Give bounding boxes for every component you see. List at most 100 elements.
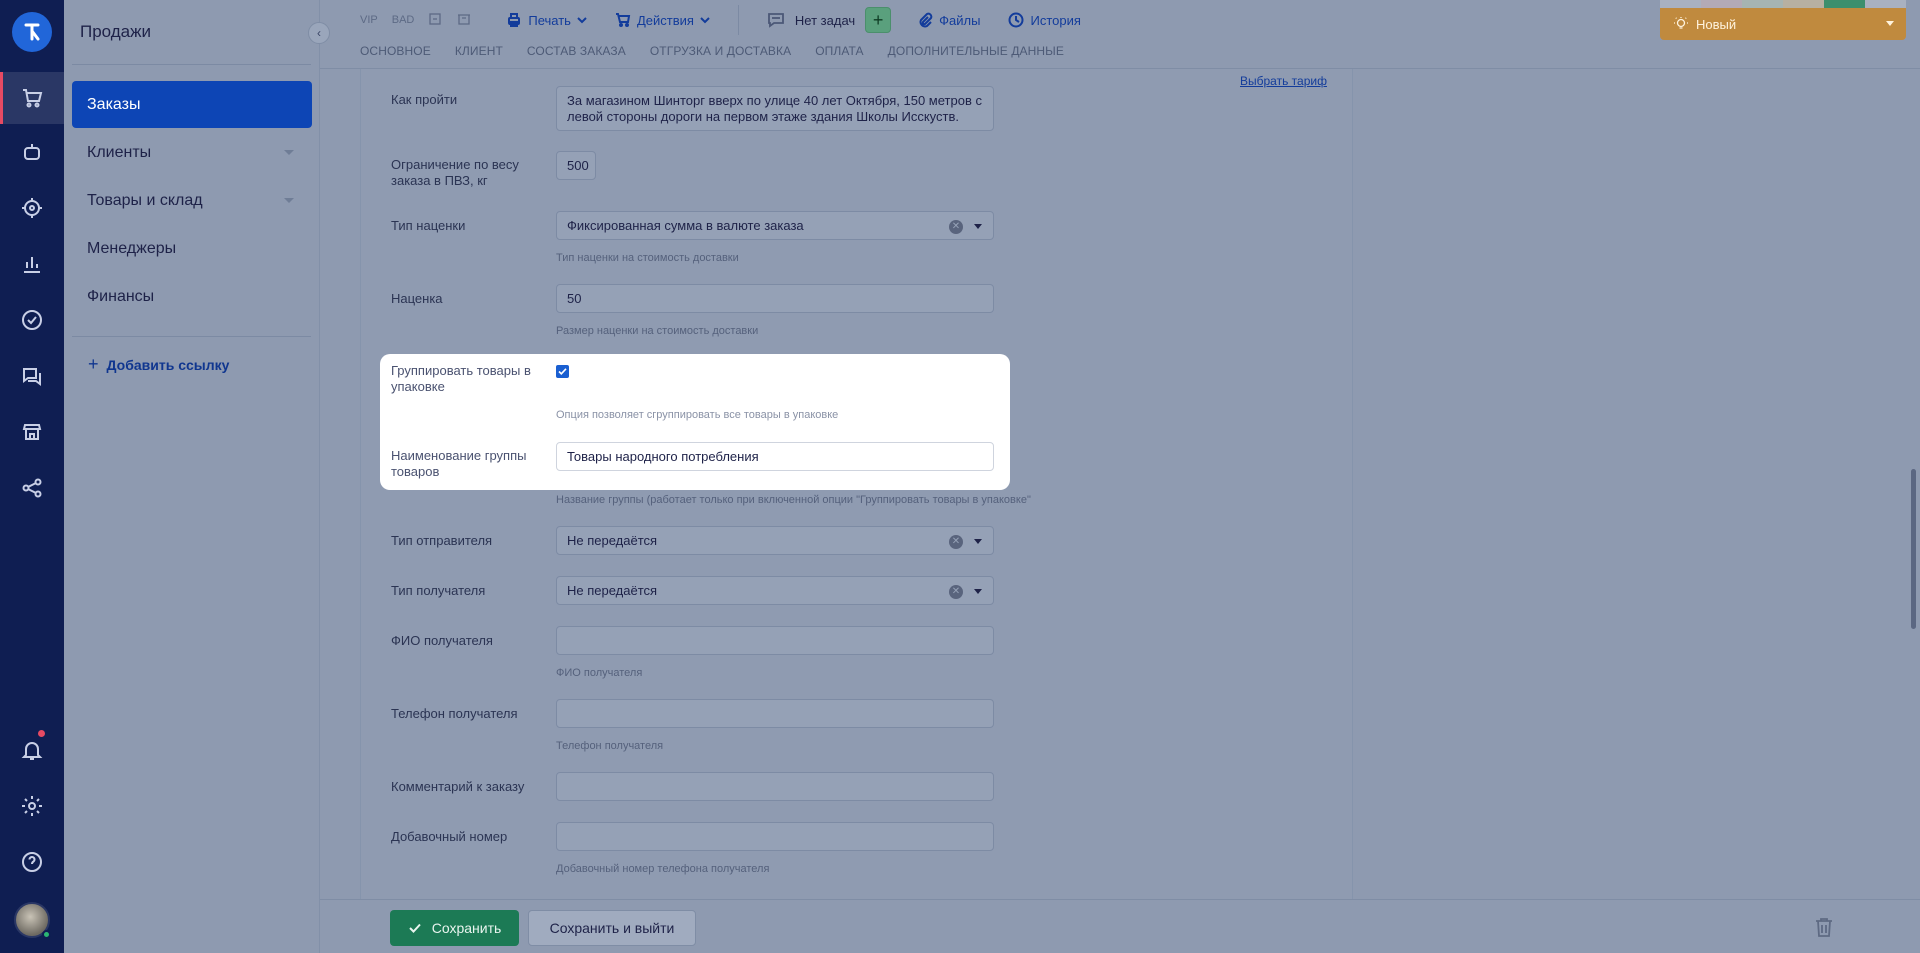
collapse-sidebar-button[interactable]: ‹	[308, 22, 330, 44]
recipient-name-field[interactable]	[556, 626, 994, 655]
add-task-button[interactable]: +	[865, 7, 892, 33]
group-goods-label: Группировать товары в упаковке	[391, 363, 531, 394]
extension-field[interactable]	[556, 822, 994, 851]
order-comment-field[interactable]	[556, 772, 994, 801]
tab-order-items[interactable]: Состав заказа	[527, 44, 626, 58]
dropdown-arrow-icon[interactable]	[974, 224, 982, 229]
section-menu: Продажи Заказы Клиенты Товары и склад Ме…	[64, 0, 320, 953]
files-label: Файлы	[939, 12, 981, 28]
markup-type-value: Фиксированная сумма в валюте заказа	[567, 218, 804, 233]
help-icon[interactable]	[0, 836, 64, 888]
markup-type-select[interactable]: Фиксированная сумма в валюте заказа ✕	[556, 211, 994, 240]
save-and-exit-button[interactable]: Сохранить и выйти	[528, 910, 696, 946]
notification-dot	[38, 730, 45, 737]
menu-section-title: Продажи	[80, 22, 151, 41]
tasks-icon[interactable]	[0, 294, 64, 346]
sidebar-item-label: Клиенты	[87, 143, 152, 161]
sidebar-item-label: Финансы	[87, 287, 155, 305]
cart-icon	[615, 13, 631, 27]
store-icon[interactable]	[0, 406, 64, 458]
recipient-type-select[interactable]: Не передаётся ✕	[556, 576, 994, 605]
tasks-indicator[interactable]: Нет задач	[767, 11, 855, 29]
scrollbar-thumb[interactable]	[1911, 469, 1916, 629]
sidebar-item-managers[interactable]: Менеджеры	[72, 225, 312, 272]
how-to-get-label: Как пройти	[391, 92, 458, 107]
sidebar-item-label: Заказы	[87, 95, 141, 113]
history-button[interactable]: История	[1008, 12, 1081, 28]
menu-divider	[72, 64, 311, 65]
recipient-type-label: Тип получателя	[391, 583, 486, 598]
weight-limit-label: Ограничение по весу заказа в ПВЗ, кг	[391, 157, 519, 188]
group-name-field[interactable]: Товары народного потребления	[556, 442, 994, 471]
tab-client[interactable]: Клиент	[455, 44, 503, 58]
group-name-hint: Название группы (работает только при вкл…	[556, 494, 1031, 506]
tab-main[interactable]: Основное	[360, 44, 431, 58]
bad-toggle[interactable]: BAD	[392, 14, 415, 26]
vip-toggle[interactable]: VIP	[360, 14, 378, 26]
weight-limit-field[interactable]: 500	[556, 151, 596, 180]
copy-icon[interactable]	[428, 12, 442, 29]
clear-icon[interactable]: ✕	[949, 535, 963, 549]
print-button[interactable]: Печать	[506, 12, 587, 28]
markup-type-hint: Тип наценки на стоимость доставки	[556, 252, 739, 264]
logo-icon[interactable]	[12, 12, 52, 52]
print-label: Печать	[528, 12, 571, 28]
toolbar-divider	[737, 5, 739, 35]
target-icon[interactable]	[0, 182, 64, 234]
history-label: История	[1030, 12, 1081, 28]
clock-icon	[1008, 12, 1024, 28]
check-icon	[408, 923, 421, 933]
trash-icon[interactable]	[1812, 915, 1836, 939]
recipient-phone-label: Телефон получателя	[391, 706, 518, 721]
how-to-get-field[interactable]: За магазином Шинторг вверх по улице 40 л…	[556, 86, 994, 131]
dropdown-arrow-icon[interactable]	[974, 539, 982, 544]
sidebar-item-orders[interactable]: Заказы	[72, 81, 312, 128]
order-status-label: Новый	[1696, 16, 1737, 32]
checkmark-icon	[558, 368, 567, 375]
paperclip-icon	[919, 12, 933, 28]
chat-icon[interactable]	[0, 350, 64, 402]
bell-icon[interactable]	[0, 724, 64, 776]
recipient-name-hint: ФИО получателя	[556, 667, 643, 679]
settings-icon[interactable]	[0, 780, 64, 832]
files-button[interactable]: Файлы	[917, 12, 980, 28]
scrollbar[interactable]	[1907, 69, 1920, 899]
status-color-strip	[1660, 0, 1906, 8]
analytics-icon[interactable]	[0, 238, 64, 290]
section-tabs: Основное Клиент Состав заказа Отгрузка и…	[360, 44, 1064, 58]
actions-button[interactable]: Действия	[615, 12, 710, 28]
sidebar-item-goods[interactable]: Товары и склад	[72, 177, 312, 224]
task-comment-icon	[768, 13, 784, 28]
chevron-down-icon	[577, 17, 587, 24]
add-link-button[interactable]: + Добавить ссылку	[88, 354, 229, 375]
tab-shipping[interactable]: Отгрузка и доставка	[650, 44, 791, 58]
tab-payment[interactable]: Оплата	[815, 44, 863, 58]
clear-icon[interactable]: ✕	[949, 585, 963, 599]
order-status-select[interactable]: Новый	[1660, 8, 1906, 40]
recipient-phone-hint: Телефон получателя	[556, 740, 664, 752]
save-label: Сохранить	[431, 920, 502, 936]
dropdown-arrow-icon[interactable]	[974, 589, 982, 594]
menu-divider	[72, 336, 311, 337]
tab-additional[interactable]: Дополнительные данные	[888, 44, 1064, 58]
bot-icon[interactable]	[0, 126, 64, 178]
integrations-icon[interactable]	[0, 462, 64, 514]
plus-icon: +	[88, 354, 99, 374]
nav-rail	[0, 0, 64, 953]
chevron-down-icon	[284, 198, 294, 203]
action-bar: Сохранить Сохранить и выйти	[320, 899, 1920, 953]
markup-hint: Размер наценки на стоимость доставки	[556, 325, 759, 337]
sender-type-select[interactable]: Не передаётся ✕	[556, 526, 994, 555]
archive-icon[interactable]	[456, 12, 472, 29]
save-button[interactable]: Сохранить	[390, 910, 519, 946]
sidebar-item-finance[interactable]: Финансы	[72, 273, 312, 320]
recipient-phone-field[interactable]	[556, 699, 994, 728]
choose-tariff-link[interactable]: Выбрать тариф	[1240, 74, 1327, 88]
chevron-down-icon	[1886, 21, 1894, 26]
clear-icon[interactable]: ✕	[949, 220, 963, 234]
sidebar-item-clients[interactable]: Клиенты	[72, 129, 312, 176]
cart-icon[interactable]	[0, 72, 64, 124]
group-goods-checkbox[interactable]	[556, 365, 569, 378]
chevron-down-icon	[284, 150, 294, 155]
markup-field[interactable]: 50	[556, 284, 994, 313]
